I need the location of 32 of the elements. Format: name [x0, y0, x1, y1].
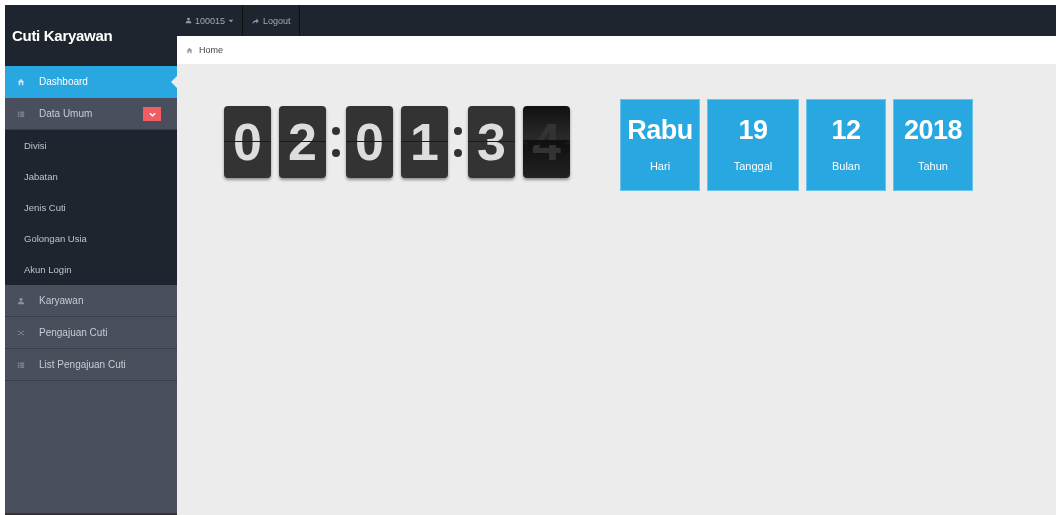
user-icon — [185, 17, 192, 24]
colon-separator — [454, 127, 462, 157]
submenu-item[interactable]: Jenis Cuti — [5, 192, 177, 223]
flip-digit: 3 — [468, 106, 515, 178]
expand-toggle[interactable] — [143, 107, 161, 121]
list-icon — [17, 360, 25, 369]
flip-digit: 0 — [224, 106, 271, 178]
flip-digit: 2 — [279, 106, 326, 178]
date-value: 12 — [831, 115, 861, 146]
date-value: 2018 — [903, 115, 963, 146]
date-label: Hari — [649, 160, 671, 172]
user-icon — [17, 296, 25, 305]
colon-separator — [332, 127, 340, 157]
submenu-item[interactable]: Golongan Usia — [5, 223, 177, 254]
home-icon — [186, 46, 193, 54]
submenu-item[interactable]: Divisi — [5, 130, 177, 161]
list-icon — [17, 109, 25, 118]
shuffle-icon — [17, 328, 25, 337]
date-value: 19 — [738, 115, 768, 146]
submenu-item[interactable]: Akun Login — [5, 254, 177, 285]
share-arrow-icon — [251, 16, 261, 25]
home-icon — [17, 77, 25, 86]
breadcrumb-link[interactable]: Home — [199, 45, 223, 55]
flip-digit: 1 — [401, 106, 448, 178]
caret-icon — [228, 17, 235, 24]
flip-digit: 0 — [346, 106, 393, 178]
date-label: Tahun — [918, 160, 948, 172]
date-value: Rabu — [627, 115, 693, 146]
date-label: Bulan — [831, 160, 861, 172]
date-label: Tanggal — [733, 160, 773, 172]
app-title: Cuti Karyawan — [5, 5, 177, 66]
submenu-item[interactable]: Jabatan — [5, 161, 177, 192]
